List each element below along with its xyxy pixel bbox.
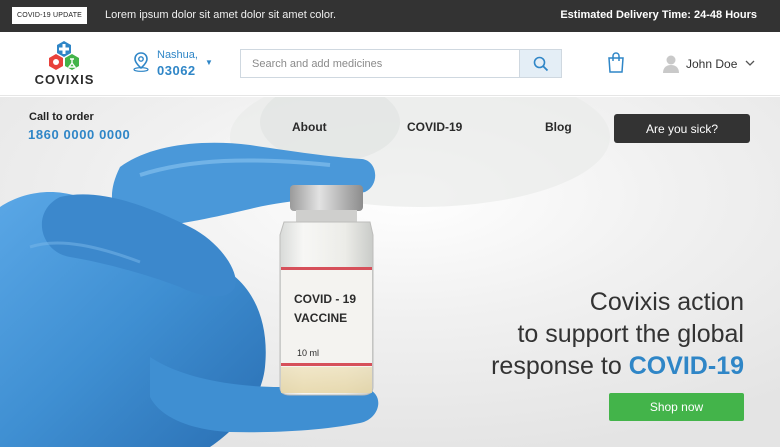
call-to-order-label: Call to order (29, 111, 94, 123)
search-input[interactable] (241, 50, 520, 77)
headline-line3: response to COVID-19 (491, 350, 744, 382)
vial-label-line1: COVID - 19 (294, 292, 356, 306)
shop-now-button[interactable]: Shop now (609, 393, 744, 421)
vial-volume: 10 ml (297, 348, 319, 358)
medical-cross-logo-icon (49, 41, 79, 70)
headline-line2: to support the global (517, 320, 744, 348)
vial-label-line2: VACCINE (294, 311, 347, 325)
location-city: Nashua, (157, 49, 198, 61)
are-you-sick-button[interactable]: Are you sick? (614, 114, 750, 143)
hero-banner: COVID - 19 VACCINE 10 ml Call to order 1… (0, 97, 780, 447)
location-selector[interactable]: Nashua, 03062 ▼ (132, 47, 222, 81)
phone-number-link[interactable]: 1860 0000 0000 (28, 127, 130, 142)
headline-line3-prefix: response to (491, 352, 629, 380)
location-pin-icon (133, 52, 149, 72)
headline-line1: Covixis action (589, 288, 744, 316)
search-icon (533, 56, 549, 72)
covixis-logo[interactable]: COVIXIS (27, 39, 102, 89)
search-button[interactable] (519, 50, 561, 77)
user-name: John Doe (686, 57, 738, 71)
nav-covid-19[interactable]: COVID-19 (407, 120, 462, 134)
announcement-message: Lorem ipsum dolor sit amet dolor sit ame… (105, 9, 337, 21)
covid-update-badge[interactable]: COVID-19 UPDATE (12, 7, 87, 24)
logo-wordmark: COVIXIS (34, 72, 95, 87)
nav-blog[interactable]: Blog (545, 120, 572, 134)
site-header: COVIXIS Nashua, 03062 ▼ John D (0, 32, 780, 96)
delivery-time-text: Estimated Delivery Time: 24-48 Hours (560, 9, 757, 21)
user-avatar-icon (663, 55, 679, 73)
cart-button[interactable] (606, 52, 626, 74)
hero-headline: Covixis action to support the global res… (491, 286, 744, 382)
nav-about[interactable]: About (292, 120, 327, 134)
user-menu[interactable]: John Doe (662, 53, 762, 75)
caret-down-icon: ▼ (205, 58, 213, 67)
headline-emphasis: COVID-19 (628, 352, 744, 380)
shopping-bag-icon (608, 52, 624, 73)
announcement-bar: COVID-19 UPDATE Lorem ipsum dolor sit am… (0, 0, 780, 32)
chevron-down-icon (745, 60, 755, 66)
search-bar (240, 49, 562, 78)
location-zip: 03062 (157, 63, 196, 78)
